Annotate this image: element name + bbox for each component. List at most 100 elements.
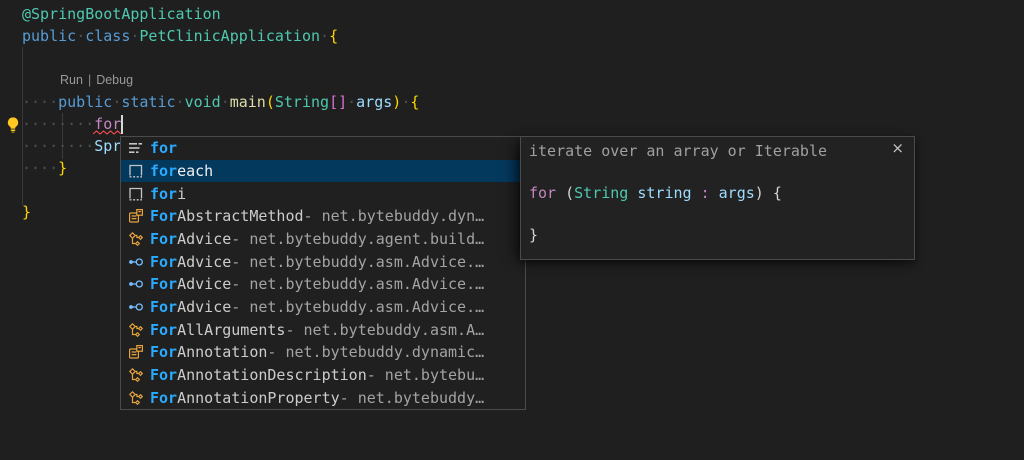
code-token: String bbox=[574, 184, 628, 202]
codelens-run-link[interactable]: Run bbox=[60, 73, 83, 87]
struct-icon bbox=[128, 231, 144, 247]
code-token: public bbox=[22, 27, 76, 45]
code-token: ( bbox=[266, 93, 275, 111]
suggestion-item-fori[interactable]: fori bbox=[121, 182, 525, 205]
suggestion-item-foreach[interactable]: foreach bbox=[121, 160, 525, 183]
suggest-details-title: iterate over an array or Iterable bbox=[529, 141, 914, 162]
code-line[interactable]: public·class·PetClinicApplication·{ bbox=[22, 25, 338, 47]
code-line[interactable]: } bbox=[22, 201, 31, 223]
suggestion-item-for[interactable]: for bbox=[121, 137, 525, 160]
suggestion-list: forforeachforiForAbstractMethod - net.by… bbox=[121, 137, 525, 409]
vscode-editor-window: @SpringBootApplicationpublic·class·PetCl… bbox=[0, 0, 1024, 460]
code-token: class bbox=[85, 27, 130, 45]
snippet-icon bbox=[128, 186, 144, 202]
suggestion-match-text: for bbox=[150, 185, 177, 203]
details-code-line: } bbox=[529, 225, 914, 246]
suggestion-label: Annotation bbox=[177, 343, 267, 361]
suggestion-match-text: For bbox=[150, 343, 177, 361]
lightbulb-icon[interactable] bbox=[4, 116, 22, 134]
suggestion-description: - net.bytebuddy… bbox=[340, 389, 485, 407]
suggestion-item-forannotation[interactable]: ForAnnotation - net.bytebuddy.dynamic… bbox=[121, 341, 525, 364]
code-token: ) { bbox=[755, 184, 782, 202]
suggestion-item-forabstractmethod[interactable]: ForAbstractMethod - net.bytebuddy.dyn… bbox=[121, 205, 525, 228]
suggestion-description: - net.bytebu… bbox=[367, 366, 484, 384]
code-line[interactable]: @SpringBootApplication bbox=[22, 3, 221, 25]
suggestion-label: i bbox=[177, 185, 186, 203]
suggest-widget: forforeachforiForAbstractMethod - net.by… bbox=[120, 136, 526, 410]
code-token: String bbox=[275, 93, 329, 111]
suggestion-item-forannotationproperty[interactable]: ForAnnotationProperty - net.bytebuddy… bbox=[121, 386, 525, 409]
suggestion-item-foradvice[interactable]: ForAdvice - net.bytebuddy.asm.Advice.… bbox=[121, 273, 525, 296]
interface-icon bbox=[128, 299, 144, 315]
code-token: { bbox=[329, 27, 338, 45]
suggestion-description: - net.bytebuddy.asm.Advice.… bbox=[231, 253, 484, 271]
code-token: args bbox=[356, 93, 392, 111]
suggestion-label: Advice bbox=[177, 298, 231, 316]
suggestion-description: - net.bytebuddy.asm.Advice.… bbox=[231, 275, 484, 293]
code-token: } bbox=[529, 226, 538, 244]
suggestion-match-text: For bbox=[150, 230, 177, 248]
details-code-line bbox=[529, 204, 914, 225]
details-code-line: for (String string : args) { bbox=[529, 183, 914, 204]
keyword-icon bbox=[128, 140, 144, 156]
suggestion-description: - net.bytebuddy.asm.Advice.… bbox=[231, 298, 484, 316]
code-token: { bbox=[410, 93, 419, 111]
suggestion-label: AllArguments bbox=[177, 321, 285, 339]
suggest-details-pane: iterate over an array or Iterable × for … bbox=[520, 136, 915, 260]
code-token: for bbox=[529, 184, 556, 202]
details-spacer bbox=[521, 162, 914, 183]
codelens-separator: | bbox=[88, 73, 91, 87]
interface-icon bbox=[128, 276, 144, 292]
code-token: } bbox=[58, 159, 67, 177]
code-token: main bbox=[230, 93, 266, 111]
code-token: ········ bbox=[22, 115, 94, 133]
suggestion-item-foradvice[interactable]: ForAdvice - net.bytebuddy.asm.Advice.… bbox=[121, 296, 525, 319]
code-token: ···· bbox=[22, 159, 58, 177]
code-token: PetClinicApplication bbox=[139, 27, 320, 45]
suggestion-item-forallarguments[interactable]: ForAllArguments - net.bytebuddy.asm.A… bbox=[121, 318, 525, 341]
suggestion-match-text: For bbox=[150, 253, 177, 271]
suggestion-label: Advice bbox=[177, 230, 231, 248]
code-token: args bbox=[719, 184, 755, 202]
suggestion-description: - net.bytebuddy.agent.build… bbox=[231, 230, 484, 248]
struct-icon bbox=[128, 367, 144, 383]
code-token: · bbox=[347, 93, 356, 111]
suggestion-match-text: For bbox=[150, 207, 177, 225]
interface-icon bbox=[128, 254, 144, 270]
code-token: ···· bbox=[22, 93, 58, 111]
suggestion-label: Advice bbox=[177, 253, 231, 271]
code-token: ········ bbox=[22, 137, 94, 155]
code-token: ( bbox=[556, 184, 574, 202]
snippet-icon bbox=[128, 163, 144, 179]
code-token: · bbox=[112, 93, 121, 111]
codelens-actions: Run | Debug bbox=[60, 69, 133, 91]
suggestion-item-forannotationdescription[interactable]: ForAnnotationDescription - net.bytebu… bbox=[121, 364, 525, 387]
code-token: @SpringBootApplication bbox=[22, 5, 221, 23]
code-token: Spr bbox=[94, 137, 121, 155]
code-token bbox=[710, 184, 719, 202]
suggestion-match-text: for bbox=[150, 162, 177, 180]
code-token: string bbox=[637, 184, 691, 202]
class-icon bbox=[128, 208, 144, 224]
struct-icon bbox=[128, 322, 144, 338]
code-token: · bbox=[320, 27, 329, 45]
code-token bbox=[692, 184, 701, 202]
suggestion-description: - net.bytebuddy.dynamic… bbox=[267, 343, 484, 361]
suggestion-label: AnnotationProperty bbox=[177, 389, 340, 407]
suggestion-item-foradvice[interactable]: ForAdvice - net.bytebuddy.agent.build… bbox=[121, 228, 525, 251]
suggestion-match-text: For bbox=[150, 275, 177, 293]
code-token: ) bbox=[392, 93, 401, 111]
suggestion-item-foradvice[interactable]: ForAdvice - net.bytebuddy.asm.Advice.… bbox=[121, 250, 525, 273]
code-line[interactable]: ····} bbox=[22, 157, 67, 179]
error-squiggle bbox=[93, 130, 123, 135]
code-line[interactable]: ········Spr bbox=[22, 135, 121, 157]
suggestion-label: Advice bbox=[177, 275, 231, 293]
code-line[interactable]: ····public·static·void·main(String[]·arg… bbox=[22, 91, 419, 113]
suggestion-description: - net.bytebuddy.asm.A… bbox=[285, 321, 484, 339]
code-token: public bbox=[58, 93, 112, 111]
code-token: · bbox=[76, 27, 85, 45]
code-token: · bbox=[401, 93, 410, 111]
class-icon bbox=[128, 344, 144, 360]
codelens-debug-link[interactable]: Debug bbox=[96, 73, 133, 87]
close-icon[interactable]: × bbox=[891, 141, 904, 156]
